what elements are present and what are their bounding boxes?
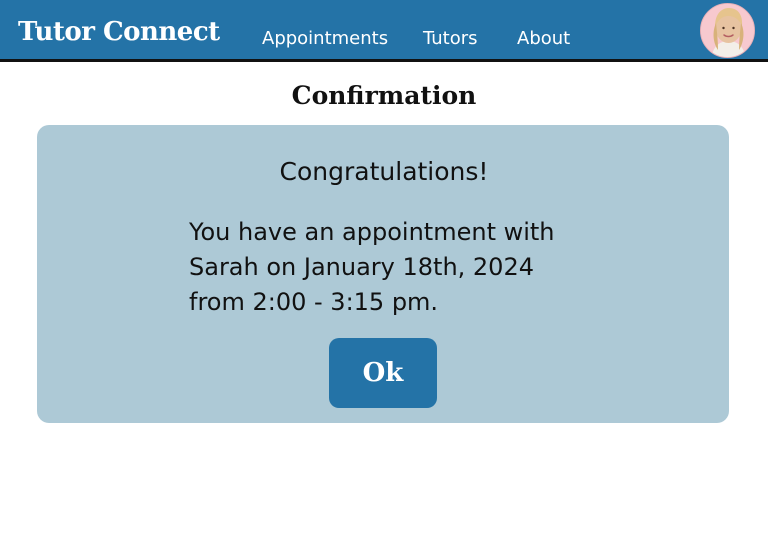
brand-title[interactable]: Tutor Connect [18,12,220,52]
ok-button[interactable]: Ok [329,338,437,408]
avatar-portrait-icon [701,4,754,57]
page-title: Confirmation [291,81,477,110]
app-header: Tutor Connect Appointments Tutors About [0,0,768,62]
nav-item-about[interactable]: About [517,25,570,53]
user-avatar-icon[interactable] [700,3,755,58]
confirmation-message-line: Sarah on January 18th, 2024 [189,253,534,281]
confirmation-message-line: You have an appointment with [189,218,555,246]
confirmation-message: You have an appointment with Sarah on Ja… [189,215,589,320]
confirmation-message-line: from 2:00 - 3:15 pm. [189,288,439,316]
confirmation-heading: Congratulations! [279,157,489,186]
nav-item-appointments[interactable]: Appointments [262,25,388,53]
nav-item-tutors[interactable]: Tutors [423,25,478,53]
